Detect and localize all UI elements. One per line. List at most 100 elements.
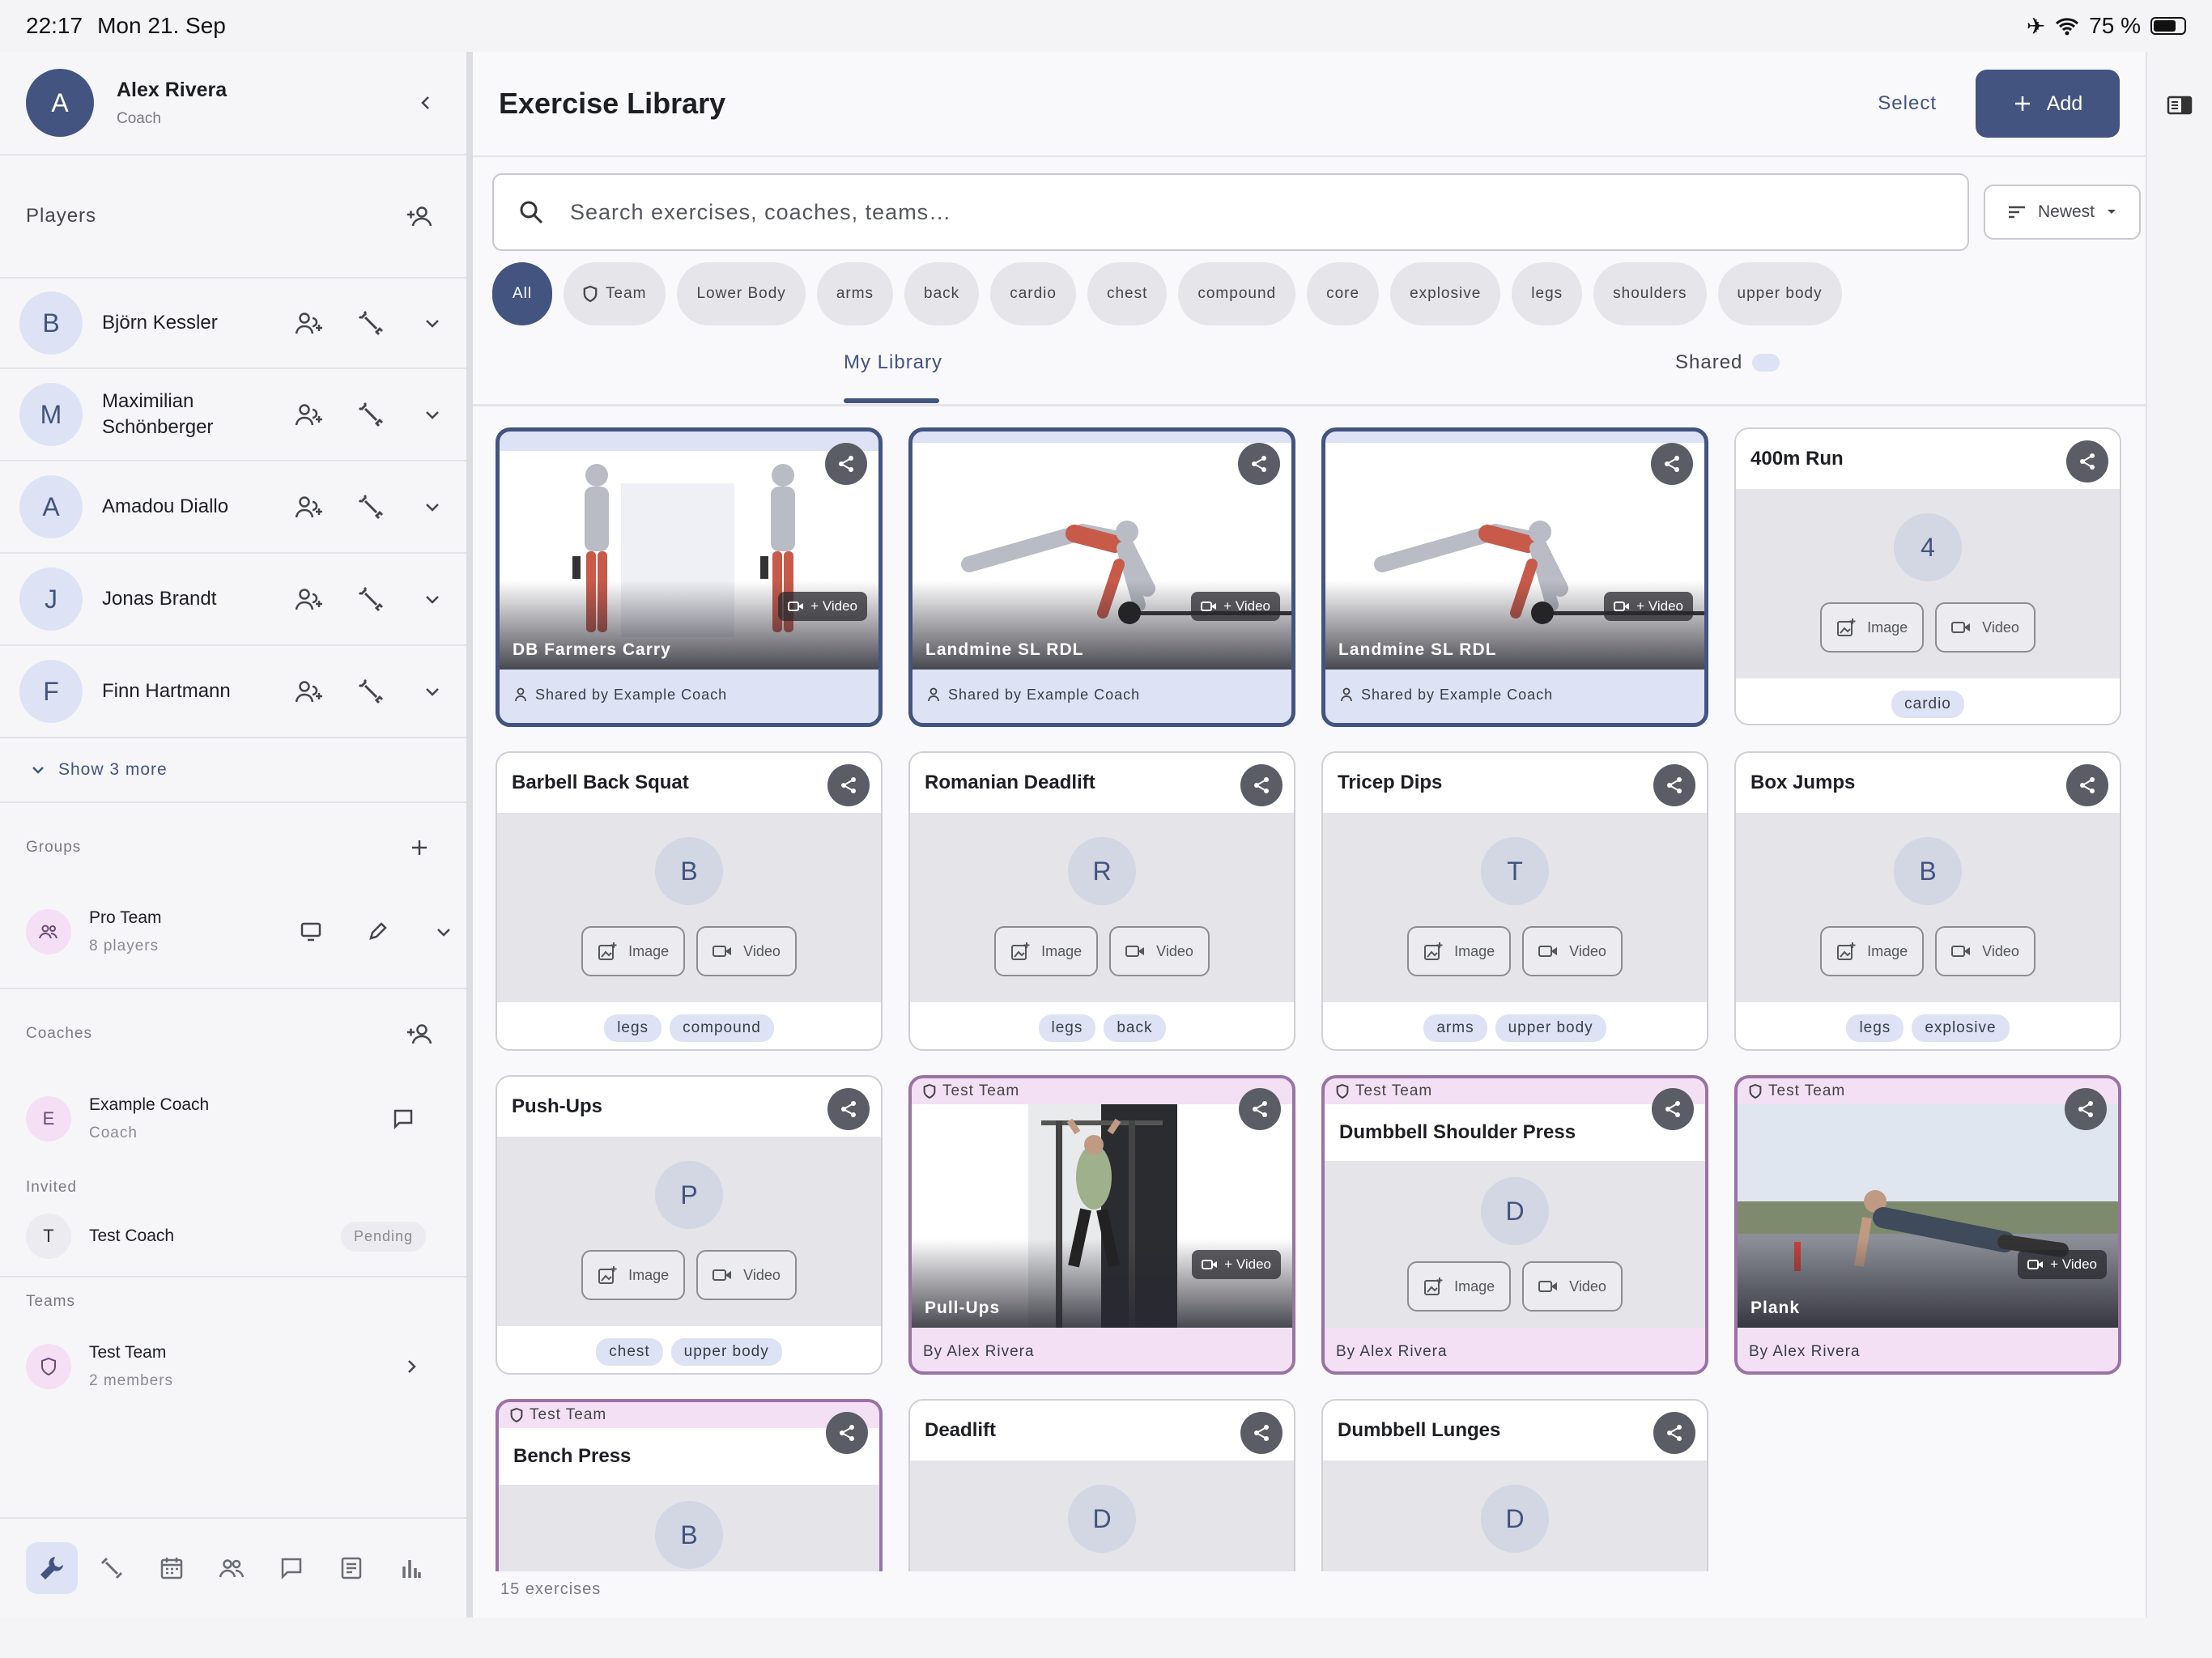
- group-row[interactable]: Pro Team 8 players: [0, 892, 466, 989]
- exercise-card[interactable]: Box Jumps B Image Video legs explosive: [1734, 751, 2121, 1051]
- share-icon[interactable]: [1240, 764, 1283, 806]
- exercise-card[interactable]: + Video Landmine SL RDL Shared by Exampl…: [1321, 427, 1708, 727]
- exercise-card[interactable]: + Video Landmine SL RDL Shared by Exampl…: [908, 427, 1295, 727]
- share-icon[interactable]: [1240, 1412, 1283, 1454]
- exercise-card[interactable]: Test Team + Video Plank By Alex Rivera: [1734, 1075, 2121, 1375]
- add-video-button[interactable]: + Video: [778, 592, 867, 621]
- exercise-card[interactable]: Test Team Dumbbell Shoulder Press D Imag…: [1321, 1075, 1708, 1375]
- add-video-button[interactable]: Video: [696, 926, 797, 976]
- assign-user-icon[interactable]: [295, 677, 324, 706]
- exercise-card[interactable]: Romanian Deadlift R Image Video legs back: [908, 751, 1295, 1051]
- share-icon[interactable]: [1239, 1088, 1281, 1130]
- player-row[interactable]: A Amadou Diallo: [0, 461, 466, 554]
- monitor-icon[interactable]: [296, 917, 325, 946]
- chip-team[interactable]: Team: [564, 262, 666, 325]
- player-row[interactable]: B Björn Kessler: [0, 277, 466, 369]
- assign-user-icon[interactable]: [295, 585, 324, 614]
- share-icon[interactable]: [1653, 764, 1695, 806]
- calendar-icon[interactable]: [146, 1542, 198, 1594]
- share-icon[interactable]: [825, 443, 867, 485]
- select-button[interactable]: Select: [1878, 92, 1937, 115]
- share-icon[interactable]: [1652, 1088, 1694, 1130]
- chip-lower-body[interactable]: Lower Body: [677, 262, 806, 325]
- add-image-button[interactable]: Image: [1407, 1261, 1512, 1312]
- add-video-button[interactable]: Video: [1935, 602, 2035, 653]
- bar-chart-icon[interactable]: [385, 1542, 437, 1594]
- notes-icon[interactable]: [325, 1542, 377, 1594]
- share-icon[interactable]: [1653, 1412, 1695, 1454]
- team-row[interactable]: Test Team 2 members: [0, 1326, 466, 1407]
- player-row[interactable]: J Jonas Brandt: [0, 554, 466, 646]
- add-image-button[interactable]: Image: [581, 1250, 686, 1300]
- exercise-card[interactable]: Push-Ups P Image Video chest upper body: [496, 1075, 883, 1375]
- chevron-down-icon[interactable]: [429, 917, 458, 946]
- chevron-right-icon[interactable]: [397, 1352, 426, 1381]
- share-icon[interactable]: [1651, 443, 1693, 485]
- share-icon[interactable]: [2065, 1088, 2107, 1130]
- invited-coach-row[interactable]: T Test Coach Pending: [0, 1197, 466, 1278]
- exercise-card[interactable]: Test Team Bench Press B: [496, 1399, 883, 1571]
- chip-arms[interactable]: arms: [816, 262, 894, 325]
- add-player-icon[interactable]: [405, 202, 434, 231]
- player-row[interactable]: F Finn Hartmann: [0, 646, 466, 738]
- chevron-down-icon[interactable]: [418, 677, 447, 706]
- add-video-button[interactable]: + Video: [1191, 592, 1280, 621]
- share-icon[interactable]: [2066, 440, 2108, 483]
- dumbbell-icon[interactable]: [356, 308, 385, 338]
- tab-my-library[interactable]: My Library: [844, 351, 942, 374]
- dumbbell-icon[interactable]: [86, 1542, 138, 1594]
- add-image-button[interactable]: Image: [581, 926, 686, 976]
- exercise-card[interactable]: Test Team + Video Pull-Ups By Alex River…: [908, 1075, 1295, 1375]
- add-video-button[interactable]: + Video: [1604, 592, 1693, 621]
- wrench-icon[interactable]: [26, 1542, 78, 1594]
- share-icon[interactable]: [827, 764, 870, 806]
- add-video-button[interactable]: Video: [696, 1250, 797, 1300]
- edit-icon[interactable]: [363, 917, 392, 946]
- dumbbell-icon[interactable]: [356, 400, 385, 429]
- tab-shared[interactable]: Shared: [1675, 351, 1780, 374]
- add-video-button[interactable]: + Video: [2018, 1250, 2107, 1279]
- chip-shoulders[interactable]: shoulders: [1593, 262, 1707, 325]
- show-more-button[interactable]: Show 3 more: [0, 738, 466, 803]
- chevron-down-icon[interactable]: [418, 400, 447, 429]
- chip-chest[interactable]: chest: [1087, 262, 1168, 325]
- chip-back[interactable]: back: [904, 262, 980, 325]
- chevron-down-icon[interactable]: [418, 308, 447, 338]
- avatar[interactable]: A: [26, 69, 94, 137]
- chip-upper-body[interactable]: upper body: [1717, 262, 1842, 325]
- share-icon[interactable]: [1238, 443, 1280, 485]
- chat-icon[interactable]: [266, 1542, 317, 1594]
- add-coach-icon[interactable]: [405, 1019, 434, 1048]
- add-image-button[interactable]: Image: [1820, 602, 1925, 653]
- add-image-button[interactable]: Image: [1407, 926, 1512, 976]
- chip-legs[interactable]: legs: [1512, 262, 1583, 325]
- chip-all[interactable]: All: [492, 262, 552, 325]
- add-image-button[interactable]: Image: [994, 926, 1099, 976]
- share-icon[interactable]: [827, 1088, 870, 1130]
- assign-user-icon[interactable]: [295, 400, 324, 429]
- add-video-button[interactable]: Video: [1109, 926, 1210, 976]
- message-icon[interactable]: [389, 1104, 418, 1133]
- add-button[interactable]: Add: [1976, 70, 2120, 138]
- player-row[interactable]: M Maximilian Schönberger: [0, 369, 466, 461]
- add-video-button[interactable]: + Video: [1192, 1250, 1281, 1279]
- chevron-down-icon[interactable]: [418, 585, 447, 614]
- search-input[interactable]: Search exercises, coaches, teams…: [492, 173, 1969, 251]
- dumbbell-icon[interactable]: [356, 677, 385, 706]
- assign-user-icon[interactable]: [295, 308, 324, 338]
- people-icon[interactable]: [206, 1542, 257, 1594]
- exercise-card[interactable]: 400m Run 4 Image Video cardio: [1734, 427, 2121, 725]
- exercise-card[interactable]: Deadlift D Image Video: [908, 1399, 1295, 1571]
- sort-dropdown[interactable]: Newest: [1984, 185, 2141, 240]
- chip-core[interactable]: core: [1307, 262, 1380, 325]
- assign-user-icon[interactable]: [295, 492, 324, 521]
- exercise-card[interactable]: Tricep Dips T Image Video arms upper body: [1321, 751, 1708, 1051]
- add-video-button[interactable]: Video: [1522, 1261, 1623, 1312]
- add-video-button[interactable]: Video: [1522, 926, 1623, 976]
- add-group-icon[interactable]: [405, 833, 434, 862]
- dumbbell-icon[interactable]: [356, 585, 385, 614]
- collapse-sidebar-icon[interactable]: [411, 88, 440, 117]
- exercise-card[interactable]: + Video DB Farmers Carry Shared by Examp…: [496, 427, 883, 727]
- exercise-card[interactable]: Barbell Back Squat B Image Video legs com…: [496, 751, 883, 1051]
- sidebar-toggle-icon[interactable]: [2167, 94, 2193, 117]
